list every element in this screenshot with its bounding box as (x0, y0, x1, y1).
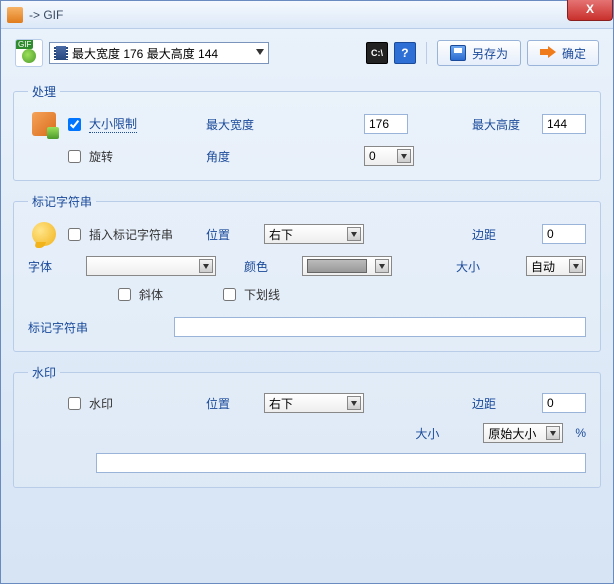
marker-position-select[interactable]: 右下 (264, 224, 364, 244)
italic-checkbox[interactable] (118, 288, 131, 301)
process-fieldset: 处理 大小限制 最大宽度 最大高度 (13, 83, 601, 181)
process-legend: 处理 (28, 83, 60, 100)
marker-fieldset: 标记字符串 插入标记字符串 位置 右下 边距 (13, 193, 601, 352)
underline-checkbox[interactable] (223, 288, 236, 301)
chevron-down-icon (256, 49, 264, 55)
marker-margin-input[interactable] (542, 224, 586, 244)
font-select[interactable] (86, 256, 216, 276)
watermark-size-label: 大小 (415, 425, 475, 442)
toolbar: GIF 最大宽度 176 最大高度 144 C:\ ? 另存为 确定 (1, 29, 613, 75)
marker-string-input[interactable] (174, 317, 586, 337)
separator (426, 42, 427, 64)
chevron-down-icon (347, 396, 361, 410)
chevron-down-icon (347, 227, 361, 241)
help-icon[interactable]: ? (394, 42, 416, 64)
save-as-button[interactable]: 另存为 (437, 40, 521, 66)
underline-checkbox-wrap[interactable]: 下划线 (223, 286, 280, 303)
gif-format-icon: GIF (15, 39, 43, 67)
window-title: -> GIF (29, 8, 63, 22)
chevron-down-icon (397, 149, 411, 163)
watermark-margin-input[interactable] (542, 393, 586, 413)
color-label: 颜色 (244, 258, 304, 275)
size-limit-checkbox-wrap[interactable]: 大小限制 (68, 115, 137, 133)
marker-icon (32, 222, 56, 246)
italic-checkbox-wrap[interactable]: 斜体 (118, 286, 163, 303)
chevron-down-icon (375, 259, 389, 273)
watermark-position-label: 位置 (206, 395, 266, 412)
ok-button[interactable]: 确定 (527, 40, 599, 66)
preset-select[interactable]: 最大宽度 176 最大高度 144 (49, 42, 269, 64)
film-icon (54, 46, 68, 60)
marker-position-value: 右下 (269, 226, 293, 243)
watermark-position-select[interactable]: 右下 (264, 393, 364, 413)
size-limit-checkbox[interactable] (68, 118, 81, 131)
gif-tag: GIF (16, 40, 33, 49)
close-button[interactable]: X (567, 0, 613, 21)
marker-size-select[interactable]: 自动 (526, 256, 586, 276)
watermark-fieldset: 水印 水印 位置 右下 边距 (13, 364, 601, 488)
watermark-checkbox-wrap[interactable]: 水印 (68, 395, 113, 412)
insert-marker-checkbox-wrap[interactable]: 插入标记字符串 (68, 226, 173, 243)
marker-position-label: 位置 (206, 226, 266, 243)
max-height-input[interactable] (542, 114, 586, 134)
color-select[interactable] (302, 256, 392, 276)
watermark-checkbox[interactable] (68, 397, 81, 410)
marker-string-label: 标记字符串 (28, 319, 108, 336)
insert-marker-label: 插入标记字符串 (89, 226, 173, 243)
underline-label: 下划线 (244, 286, 280, 303)
rotate-checkbox-wrap[interactable]: 旋转 (68, 148, 113, 165)
marker-margin-label: 边距 (472, 226, 532, 243)
save-as-label: 另存为 (472, 45, 508, 62)
angle-value: 0 (369, 149, 376, 163)
max-width-label: 最大宽度 (206, 116, 266, 133)
save-icon (450, 45, 466, 61)
percent-label: % (575, 426, 586, 440)
watermark-path-input[interactable] (96, 453, 586, 473)
color-swatch (307, 259, 367, 273)
app-icon (7, 7, 23, 23)
console-icon[interactable]: C:\ (366, 42, 388, 64)
watermark-legend: 水印 (28, 364, 60, 381)
watermark-size-value: 原始大小 (488, 425, 536, 442)
watermark-size-select[interactable]: 原始大小 (483, 423, 563, 443)
marker-size-label: 大小 (456, 258, 516, 275)
rotate-checkbox[interactable] (68, 150, 81, 163)
marker-size-value: 自动 (531, 258, 555, 275)
size-limit-label: 大小限制 (89, 115, 137, 133)
watermark-label: 水印 (89, 395, 113, 412)
watermark-margin-label: 边距 (472, 395, 532, 412)
max-height-label: 最大高度 (472, 116, 532, 133)
process-icon (32, 112, 56, 136)
arrow-right-icon (540, 45, 556, 61)
chevron-down-icon (199, 259, 213, 273)
gif-picture-icon (22, 49, 36, 63)
font-label: 字体 (28, 258, 88, 275)
titlebar: -> GIF X (1, 1, 613, 29)
chevron-down-icon (546, 426, 560, 440)
max-width-input[interactable] (364, 114, 408, 134)
chevron-down-icon (569, 259, 583, 273)
watermark-position-value: 右下 (269, 395, 293, 412)
gif-export-window: -> GIF X GIF 最大宽度 176 最大高度 144 C:\ ? 另存为… (0, 0, 614, 584)
angle-select[interactable]: 0 (364, 146, 414, 166)
rotate-label: 旋转 (89, 148, 113, 165)
italic-label: 斜体 (139, 286, 163, 303)
angle-label: 角度 (206, 148, 266, 165)
insert-marker-checkbox[interactable] (68, 228, 81, 241)
ok-label: 确定 (562, 45, 586, 62)
content-area: 处理 大小限制 最大宽度 最大高度 (1, 83, 613, 510)
marker-legend: 标记字符串 (28, 193, 96, 210)
preset-text: 最大宽度 176 最大高度 144 (72, 45, 218, 62)
